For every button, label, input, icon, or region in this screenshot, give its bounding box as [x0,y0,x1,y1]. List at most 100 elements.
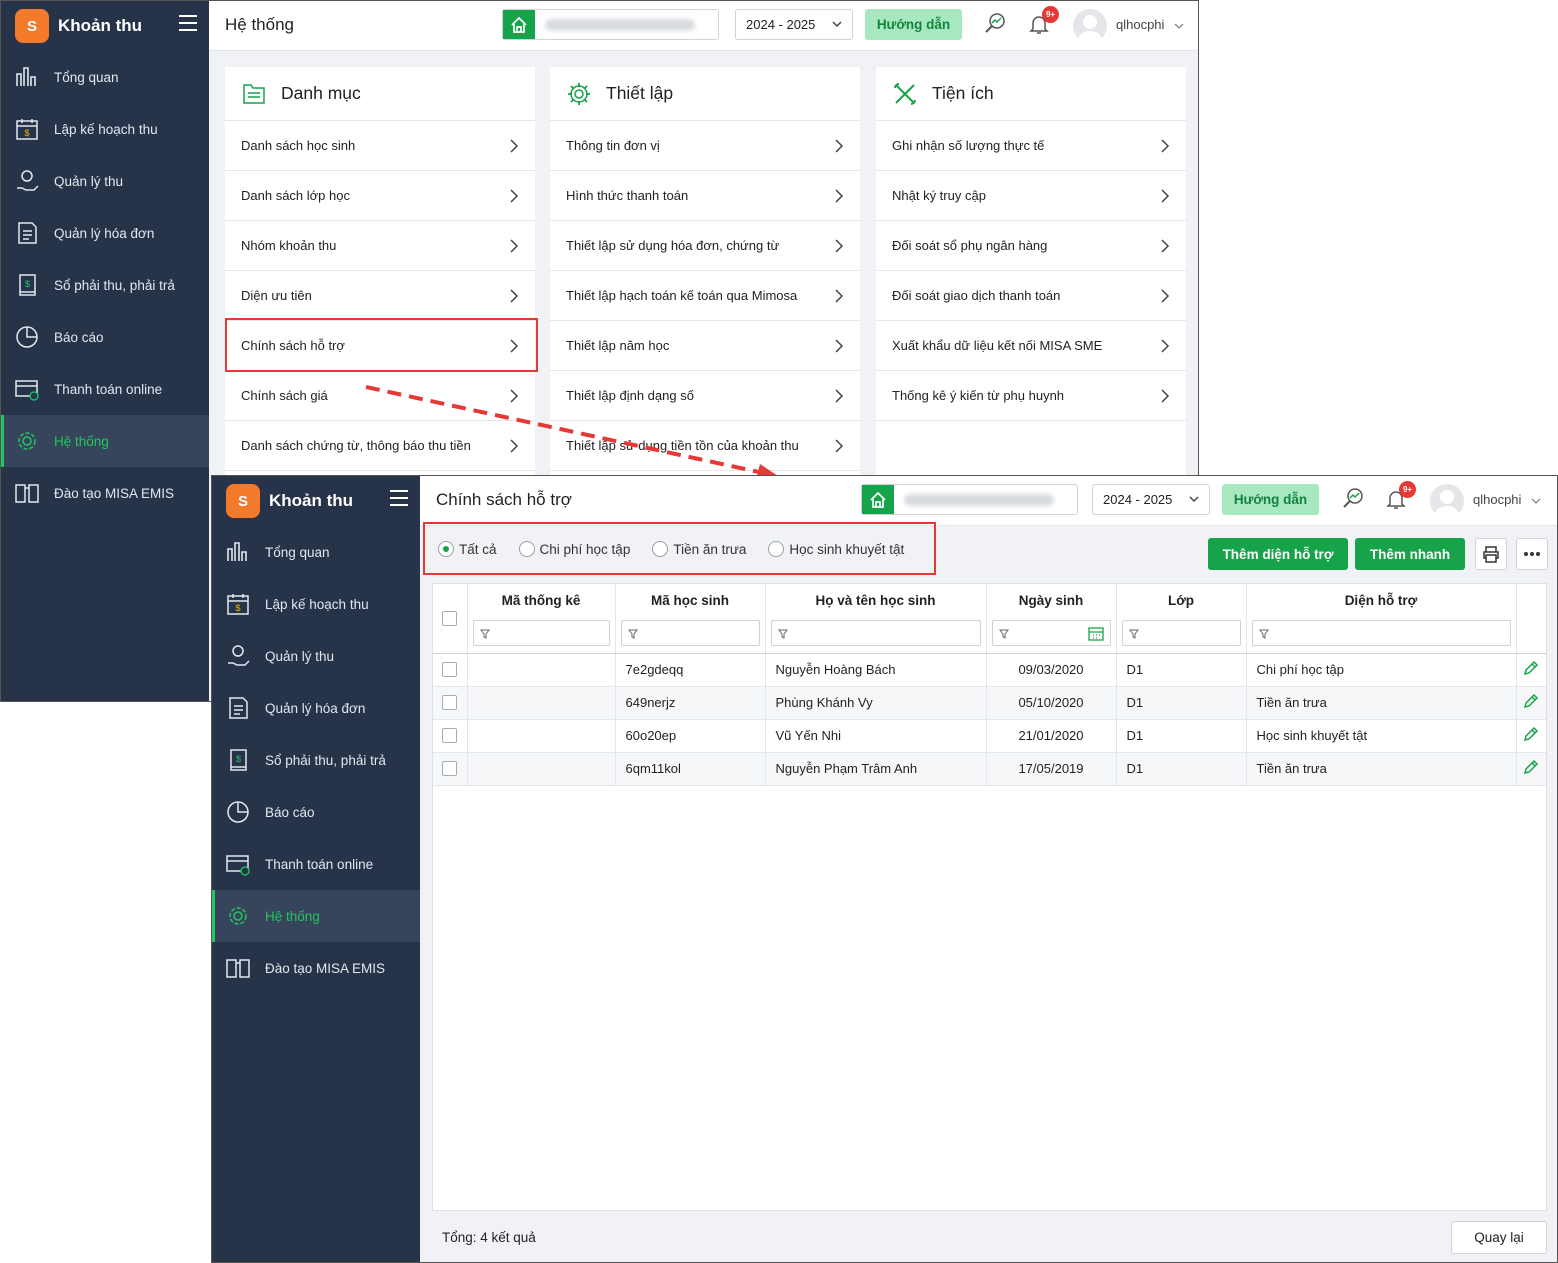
cell-dob: 17/05/2019 [986,752,1117,786]
action-header [1516,584,1546,654]
more-button[interactable] [1516,538,1548,570]
print-button[interactable] [1475,538,1507,570]
row-checkbox[interactable] [442,662,458,677]
edit-icon[interactable] [1522,659,1540,677]
nav-item[interactable]: Báo cáo [212,786,420,838]
printer-icon [1483,546,1499,563]
topbar: Chính sách hỗ trợ 2024 - 2025 Hướng dẫn … [420,476,1557,526]
filter-row [433,617,1546,654]
row-checkbox[interactable] [442,761,458,776]
cell-student-id: 6qm11kol [615,752,766,786]
row-checkbox[interactable] [442,695,458,710]
table-row[interactable]: 649nerjz Phùng Khánh Vy 05/10/2020 D1 Tiền ă… [433,686,1546,720]
cell-code [467,686,616,720]
bell-icon[interactable]: 9+ [1382,481,1416,513]
guide-button[interactable]: Hướng dẫn [1222,484,1319,515]
invoice-icon [224,694,252,722]
school-selector[interactable] [861,484,1078,515]
row-select-cell [433,686,468,720]
edit-cell [1516,752,1546,786]
nav-label: Báo cáo [265,804,315,820]
cell-dob: 09/03/2020 [986,653,1117,687]
filter-icon [627,629,638,640]
filter-icon [777,629,788,640]
filter-input[interactable] [1251,620,1511,647]
cell-code [467,653,616,687]
cell-support: Chi phí học tập [1246,653,1517,687]
nav-item[interactable]: Hệ thống [212,890,420,942]
search-chart-icon[interactable] [1339,484,1367,512]
notification-badge: 9+ [1399,481,1416,498]
school-name-blurred [904,493,1054,506]
nav-label: Hệ thống [265,908,320,924]
nav-item[interactable]: Quản lý hóa đơn [212,682,420,734]
filter-cell [615,617,766,654]
username[interactable]: qlhocphi [1473,492,1521,507]
column-header[interactable]: Diện hỗ trợ [1246,584,1517,617]
nav-item[interactable]: $ Lập kế hoạch thu [212,578,420,630]
column-header[interactable]: Mã học sinh [615,584,766,617]
total-count: Tổng: 4 kết quả [442,1230,536,1245]
svg-text:$: $ [236,754,241,764]
nav-list: Tổng quan $ Lập kế hoạch thu Quản lý thu Quả… [212,526,420,994]
app-logo: S [226,484,260,518]
menu-icon[interactable] [390,490,408,506]
chevron-down-icon[interactable] [1530,495,1542,507]
filter-cell [1116,617,1247,654]
filter-input[interactable] [770,620,981,647]
nav-label: Quản lý thu [265,648,335,664]
nav-item[interactable]: Quản lý thu [212,630,420,682]
column-header[interactable]: Lớp [1116,584,1247,617]
year-select[interactable]: 2024 - 2025 [1092,484,1210,515]
bar-chart-icon [224,538,252,566]
table-row[interactable]: 60o20ep Vũ Yến Nhi 21/01/2020 D1 Học sinh kh… [433,719,1546,753]
add-support-button[interactable]: Thêm diện hỗ trợ [1208,538,1348,570]
ledger-icon: $ [224,746,252,774]
nav-item[interactable]: Đào tạo MISA EMIS [212,942,420,994]
filter-input[interactable] [472,620,610,647]
row-select-cell [433,653,468,687]
book-icon [224,954,252,982]
support-policy-window: S Khoản thu Tổng quan $ Lập kế hoạch thu Qu… [211,475,1558,1263]
nav-label: Thanh toán online [265,856,374,872]
cell-class: D1 [1116,686,1247,720]
filter-input[interactable] [1121,620,1241,647]
filter-cell [1246,617,1517,654]
edit-cell [1516,719,1546,753]
nav-label: Lập kế hoạch thu [265,596,369,612]
edit-icon[interactable] [1522,758,1540,776]
page-title: Chính sách hỗ trợ [436,490,572,509]
filter-cell [467,617,616,654]
filter-icon [1258,629,1269,640]
cell-name: Phùng Khánh Vy [765,686,987,720]
hand-coin-icon [224,642,252,670]
quick-add-button[interactable]: Thêm nhanh [1355,538,1465,570]
filter-input[interactable] [620,620,760,647]
cell-class: D1 [1116,752,1247,786]
calendar-money-icon: $ [224,590,252,618]
filter-cell [765,617,987,654]
cell-code [467,719,616,753]
row-checkbox[interactable] [442,728,458,743]
cell-support: Tiền ăn trưa [1246,686,1517,720]
main-content: Tất cả Chi phí học tập Tiền ăn trưa Học … [420,522,1557,1262]
more-icon [1524,552,1540,556]
year-value: 2024 - 2025 [1103,492,1173,507]
column-header[interactable]: Họ và tên học sinh [765,584,987,617]
svg-text:$: $ [235,603,240,613]
edit-icon[interactable] [1522,692,1540,710]
column-header[interactable]: Ngày sinh [986,584,1117,617]
nav-item[interactable]: $ Sổ phải thu, phải trả [212,734,420,786]
back-button[interactable]: Quay lại [1451,1221,1547,1254]
table-row[interactable]: 6qm11kol Nguyễn Phạm Trâm Anh 17/05/2019 D1… [433,752,1546,786]
nav-item[interactable]: Tổng quan [212,526,420,578]
table-row[interactable]: 7e2gdeqq Nguyễn Hoàng Bách 09/03/2020 D1 Chi… [433,653,1546,687]
column-header[interactable]: Mã thống kê [467,584,616,617]
avatar[interactable] [1430,484,1464,518]
home-icon [862,485,894,514]
edit-icon[interactable] [1522,725,1540,743]
calendar-icon[interactable] [1087,626,1104,641]
nav-item[interactable]: Thanh toán online [212,838,420,890]
filter-input[interactable] [991,620,1111,647]
select-all-checkbox[interactable] [442,610,458,626]
